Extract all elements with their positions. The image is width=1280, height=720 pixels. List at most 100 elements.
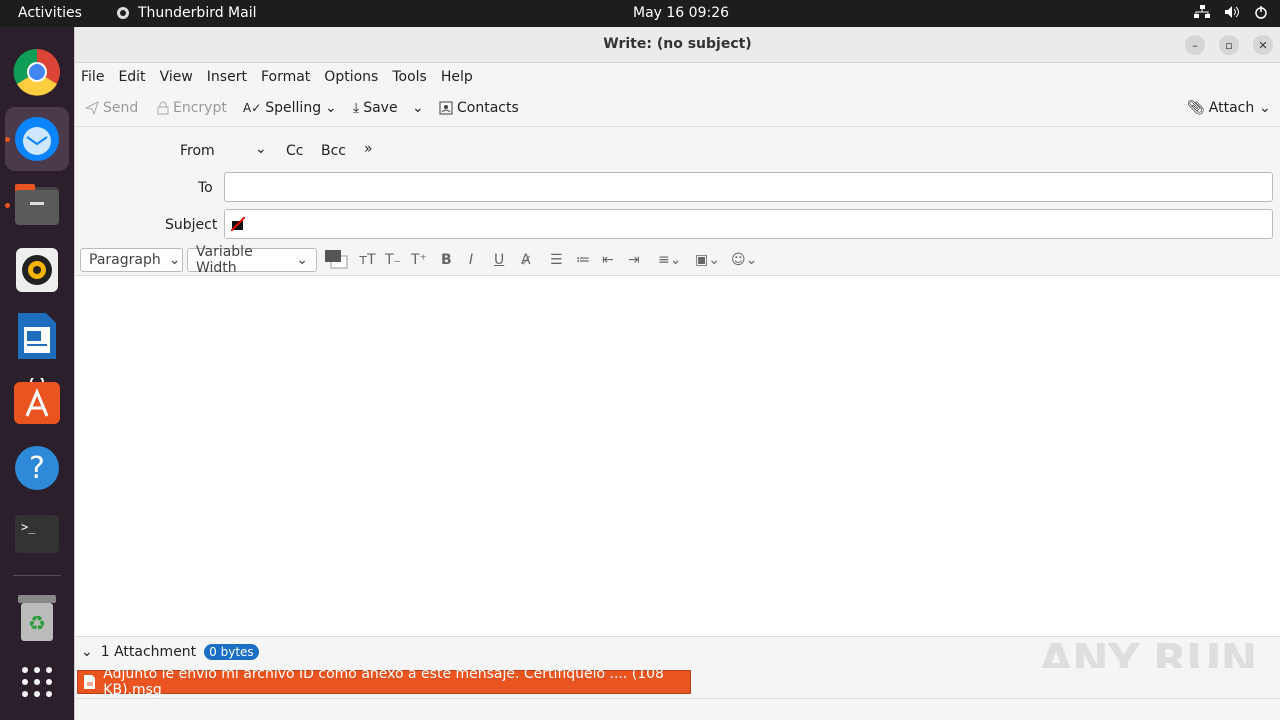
spelling-dropdown[interactable]: ⌄ xyxy=(325,100,337,116)
numbered-list-icon[interactable]: ≔ xyxy=(576,252,590,268)
attach-label: Attach xyxy=(1208,100,1255,116)
app-menu[interactable]: Thunderbird Mail xyxy=(116,5,257,21)
message-body[interactable] xyxy=(75,277,1280,635)
svg-text:>_: >_ xyxy=(21,520,36,534)
encrypt-button[interactable]: Encrypt xyxy=(157,100,227,116)
contacts-label: Contacts xyxy=(457,100,519,116)
chrome-icon[interactable] xyxy=(13,48,61,96)
more-headers-icon[interactable]: » xyxy=(364,141,373,157)
activities-button[interactable]: Activities xyxy=(18,5,82,21)
smaller-text-icon[interactable]: ᴛT xyxy=(359,252,376,268)
menu-bar: File Edit View Insert Format Options Too… xyxy=(75,63,1280,91)
outdent-icon[interactable]: ⇤ xyxy=(602,252,614,268)
align-icon[interactable]: ≡⌄ xyxy=(658,252,681,268)
menu-file[interactable]: File xyxy=(81,69,104,85)
chevron-down-icon: ⌄ xyxy=(168,252,181,268)
attach-button[interactable]: 📎︎ Attach xyxy=(1187,100,1254,116)
running-indicator xyxy=(5,203,10,208)
menu-format[interactable]: Format xyxy=(261,69,310,85)
save-button[interactable]: ⤓ Save xyxy=(353,100,398,116)
system-tray[interactable] xyxy=(1194,5,1268,19)
increase-size-icon[interactable]: T⁺ xyxy=(411,252,427,268)
no-encryption-icon xyxy=(231,217,245,231)
chevron-down-icon: ⌄ xyxy=(325,100,337,116)
save-label: Save xyxy=(363,100,398,116)
menu-view[interactable]: View xyxy=(160,69,193,85)
compose-toolbar: Send Encrypt A✓ Spelling ⌄ ⤓ Save ⌄ Cont… xyxy=(75,91,1280,127)
font-select[interactable]: Variable Width ⌄ xyxy=(187,244,317,276)
attachment-list: Adjunto le envío mi archivo ID como anex… xyxy=(75,666,1280,698)
dock: ? >_ ♻ xyxy=(0,27,74,720)
attach-dropdown[interactable]: ⌄ xyxy=(1259,100,1271,116)
contacts-button[interactable]: Contacts xyxy=(439,100,519,116)
attachment-size-badge: 0 bytes xyxy=(204,644,259,660)
from-label: From xyxy=(180,143,215,159)
chevron-down-icon: ⌄ xyxy=(296,252,308,268)
format-toolbar: Paragraph ⌄ Variable Width ⌄ ᴛT T₋ T⁺ B I … xyxy=(75,244,1280,276)
compose-window: Write: (no subject) – ▫ ✕ File Edit View… xyxy=(74,27,1280,720)
menu-insert[interactable]: Insert xyxy=(207,69,247,85)
menu-help[interactable]: Help xyxy=(441,69,473,85)
paperclip-icon: 📎︎ xyxy=(1187,100,1205,116)
files-icon[interactable] xyxy=(13,181,61,229)
save-icon: ⤓ xyxy=(353,100,360,116)
bcc-button[interactable]: Bcc xyxy=(321,143,346,159)
to-field[interactable] xyxy=(224,172,1273,202)
status-bar xyxy=(75,698,1280,720)
thunderbird-icon[interactable] xyxy=(5,107,69,171)
minimize-button[interactable]: – xyxy=(1185,35,1205,55)
cc-button[interactable]: Cc xyxy=(286,143,303,159)
running-indicator xyxy=(5,137,10,142)
maximize-button[interactable]: ▫ xyxy=(1219,35,1239,55)
bold-icon[interactable]: B xyxy=(441,252,452,268)
rhythmbox-icon[interactable] xyxy=(13,246,61,294)
subject-field[interactable] xyxy=(224,209,1273,239)
top-bar: Activities Thunderbird Mail May 16 09:26 xyxy=(0,0,1280,27)
underline-icon[interactable]: U xyxy=(494,252,504,268)
window-title: Write: (no subject) xyxy=(603,36,752,52)
menu-edit[interactable]: Edit xyxy=(118,69,145,85)
volume-icon xyxy=(1225,6,1239,18)
power-icon xyxy=(1255,6,1267,19)
menu-tools[interactable]: Tools xyxy=(392,69,427,85)
svg-text:♻: ♻ xyxy=(28,611,46,635)
send-label: Send xyxy=(103,100,139,116)
terminal-icon[interactable]: >_ xyxy=(13,510,61,558)
menu-options[interactable]: Options xyxy=(324,69,378,85)
spelling-icon: A✓ xyxy=(243,101,262,115)
attachment-item[interactable]: Adjunto le envío mi archivo ID como anex… xyxy=(77,666,691,698)
chevron-down-icon: ⌄ xyxy=(412,100,424,116)
contacts-icon xyxy=(439,101,453,115)
from-dropdown[interactable]: ⌄ xyxy=(255,141,267,157)
chevron-down-icon: ⌄ xyxy=(1259,100,1271,116)
decrease-size-icon[interactable]: T₋ xyxy=(385,252,401,268)
attachment-filename: Adjunto le envío mi archivo ID como anex… xyxy=(103,666,664,698)
writer-icon[interactable] xyxy=(13,312,61,360)
emoji-icon[interactable]: ☺⌄ xyxy=(731,252,757,268)
title-bar: Write: (no subject) – ▫ ✕ xyxy=(75,27,1280,63)
app-center-icon[interactable] xyxy=(13,377,61,425)
close-button[interactable]: ✕ xyxy=(1253,35,1273,55)
indent-icon[interactable]: ⇥ xyxy=(628,252,640,268)
trash-icon[interactable]: ♻ xyxy=(13,594,61,642)
text-style-icon[interactable]: A̷ xyxy=(521,252,531,268)
clock[interactable]: May 16 09:26 xyxy=(633,5,729,21)
italic-icon[interactable]: I xyxy=(469,252,473,268)
text-color-icon[interactable] xyxy=(323,248,349,270)
paragraph-select[interactable]: Paragraph ⌄ xyxy=(80,248,183,272)
thunderbird-small-icon xyxy=(117,7,129,19)
spelling-button[interactable]: A✓ Spelling xyxy=(243,100,321,116)
help-icon[interactable]: ? xyxy=(13,444,61,492)
send-button[interactable]: Send xyxy=(85,100,138,116)
bullet-list-icon[interactable]: ☰ xyxy=(550,252,563,268)
lock-icon xyxy=(157,101,169,115)
font-value: Variable Width xyxy=(196,244,253,276)
save-dropdown[interactable]: ⌄ xyxy=(412,100,424,116)
chevron-down-icon: ⌄ xyxy=(81,644,93,660)
send-icon xyxy=(85,101,99,115)
paragraph-value: Paragraph xyxy=(89,252,161,268)
show-apps-icon[interactable] xyxy=(13,658,61,706)
file-icon xyxy=(84,675,96,689)
insert-image-icon[interactable]: ▣⌄ xyxy=(695,252,720,268)
attachment-count: 1 Attachment xyxy=(100,644,197,660)
